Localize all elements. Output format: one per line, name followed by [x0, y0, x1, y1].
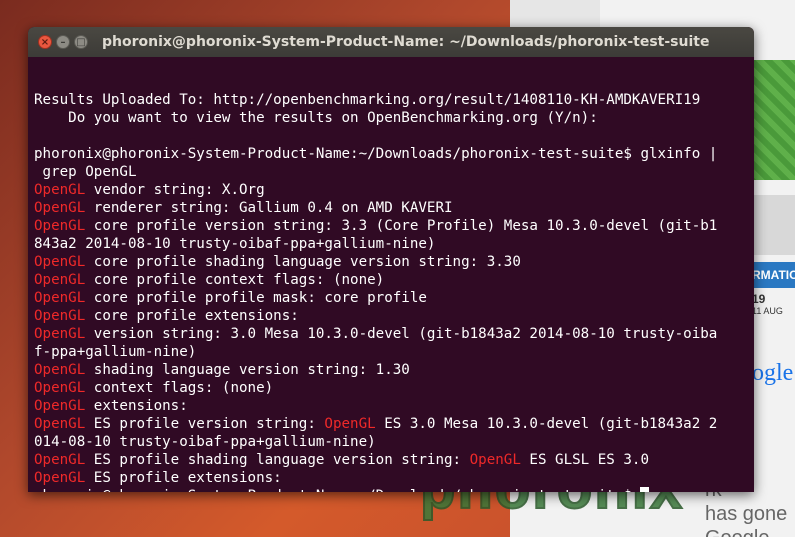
background-google-logo: ogle: [752, 360, 794, 386]
terminal-line: phoronix@phoronix-System-Product-Name:~/…: [34, 487, 748, 492]
terminal-text: vendor string: X.Org: [85, 182, 265, 198]
terminal-line: Do you want to view the results on OpenB…: [34, 109, 748, 127]
highlighted-match: OpenGL: [469, 452, 521, 468]
window-title: phoronix@phoronix-System-Product-Name: ~…: [102, 34, 710, 50]
terminal-text: phoronix@phoronix-System-Product-Name:~/…: [34, 488, 640, 492]
terminal-text: phoronix@phoronix-System-Product-Name:~/…: [34, 146, 718, 162]
terminal-line: OpenGL ES profile shading language versi…: [34, 451, 748, 469]
terminal-text: version string: 3.0 Mesa 10.3.0-devel (g…: [85, 326, 718, 342]
highlighted-match: OpenGL: [34, 254, 86, 270]
terminal-text: 843a2 2014-08-10 trusty-oibaf-ppa+galliu…: [34, 236, 436, 252]
terminal-text: context flags: (none): [85, 380, 274, 396]
background-date-text: 11 AUG: [752, 306, 783, 316]
background-banner: RMATION: [752, 262, 795, 288]
terminal-line: OpenGL ES profile extensions:: [34, 469, 748, 487]
terminal-line: phoronix@phoronix-System-Product-Name:~/…: [34, 145, 748, 163]
terminal-text: core profile shading language version st…: [85, 254, 521, 270]
background-date: 19 11 AUG: [752, 292, 795, 332]
terminal-text: ES profile shading language version stri…: [85, 452, 470, 468]
terminal-cursor: [640, 487, 650, 492]
background-date-day: 19: [752, 292, 766, 306]
terminal-line: OpenGL renderer string: Gallium 0.4 on A…: [34, 199, 748, 217]
terminal-text: shading language version string: 1.30: [85, 362, 410, 378]
terminal-line: OpenGL version string: 3.0 Mesa 10.3.0-d…: [34, 325, 748, 343]
terminal-line: OpenGL core profile version string: 3.3 …: [34, 217, 748, 235]
terminal-text: ES profile extensions:: [85, 470, 282, 486]
terminal-text: Results Uploaded To: http://openbenchmar…: [34, 92, 701, 108]
highlighted-match: OpenGL: [34, 380, 86, 396]
minimize-button[interactable]: –: [56, 35, 70, 49]
terminal-text: core profile context flags: (none): [85, 272, 385, 288]
terminal-text: core profile version string: 3.3 (Core P…: [85, 218, 718, 234]
terminal-text: core profile extensions:: [85, 308, 299, 324]
highlighted-match: OpenGL: [34, 272, 86, 288]
terminal-text: extensions:: [85, 398, 188, 414]
background-android-image: [748, 60, 795, 180]
maximize-button[interactable]: □: [74, 35, 88, 49]
terminal-line: OpenGL core profile context flags: (none…: [34, 271, 748, 289]
highlighted-match: OpenGL: [34, 200, 86, 216]
terminal-line: OpenGL core profile extensions:: [34, 307, 748, 325]
terminal-line: OpenGL shading language version string: …: [34, 361, 748, 379]
highlighted-match: OpenGL: [324, 416, 376, 432]
terminal-text: ES profile version string:: [85, 416, 325, 432]
terminal-line: 014-08-10 trusty-oibaf-ppa+gallium-nine): [34, 433, 748, 451]
background-caption-line: has gone: [705, 503, 788, 525]
highlighted-match: OpenGL: [34, 398, 86, 414]
terminal-text: Do you want to view the results on OpenB…: [34, 110, 598, 126]
highlighted-match: OpenGL: [34, 290, 86, 306]
terminal-line: 843a2 2014-08-10 trusty-oibaf-ppa+galliu…: [34, 235, 748, 253]
terminal-line: OpenGL ES profile version string: OpenGL…: [34, 415, 748, 433]
highlighted-match: OpenGL: [34, 470, 86, 486]
highlighted-match: OpenGL: [34, 416, 86, 432]
highlighted-match: OpenGL: [34, 326, 86, 342]
terminal-line: OpenGL core profile profile mask: core p…: [34, 289, 748, 307]
highlighted-match: OpenGL: [34, 218, 86, 234]
terminal-text: 014-08-10 trusty-oibaf-ppa+gallium-nine): [34, 434, 376, 450]
window-titlebar[interactable]: × – □ phoronix@phoronix-System-Product-N…: [28, 27, 754, 57]
terminal-text: grep OpenGL: [34, 164, 137, 180]
terminal-text: core profile profile mask: core profile: [85, 290, 427, 306]
highlighted-match: OpenGL: [34, 452, 86, 468]
terminal-text: ES 3.0 Mesa 10.3.0-devel (git-b1843a2 2: [375, 416, 718, 432]
terminal-line: OpenGL extensions:: [34, 397, 748, 415]
background-block: [752, 195, 795, 255]
terminal-line: OpenGL core profile shading language ver…: [34, 253, 748, 271]
terminal-line: OpenGL context flags: (none): [34, 379, 748, 397]
close-button[interactable]: ×: [38, 35, 52, 49]
terminal-output[interactable]: Results Uploaded To: http://openbenchmar…: [28, 57, 754, 492]
terminal-window[interactable]: × – □ phoronix@phoronix-System-Product-N…: [28, 27, 754, 492]
terminal-line: Results Uploaded To: http://openbenchmar…: [34, 91, 748, 109]
terminal-text: ES GLSL ES 3.0: [520, 452, 649, 468]
highlighted-match: OpenGL: [34, 308, 86, 324]
terminal-text: renderer string: Gallium 0.4 on AMD KAVE…: [85, 200, 453, 216]
background-caption-line: Google: [705, 526, 795, 537]
background-block: [510, 0, 600, 30]
highlighted-match: OpenGL: [34, 362, 86, 378]
terminal-line: f-ppa+gallium-nine): [34, 343, 748, 361]
terminal-line: grep OpenGL: [34, 163, 748, 181]
terminal-text: f-ppa+gallium-nine): [34, 344, 197, 360]
terminal-line: OpenGL vendor string: X.Org: [34, 181, 748, 199]
highlighted-match: OpenGL: [34, 182, 86, 198]
